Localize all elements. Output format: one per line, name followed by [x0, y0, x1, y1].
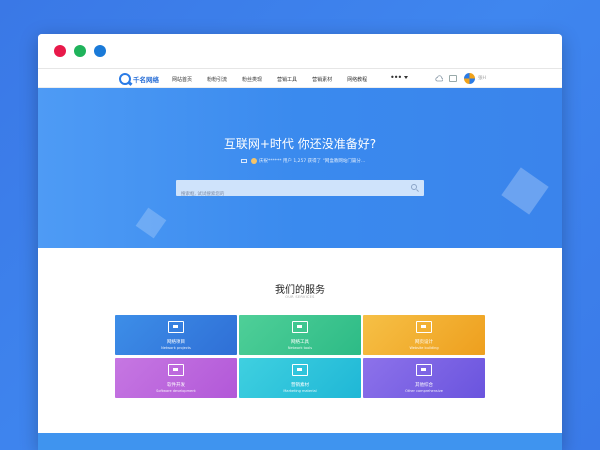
- top-navbar: 千名网络 网站首页 粉粉引流 粉丝类现 营销工具 营销素材 网络教程 ••• 张…: [38, 68, 562, 88]
- nav-item-fans[interactable]: 粉丝类现: [242, 76, 262, 83]
- cart-icon: [292, 364, 308, 376]
- close-button[interactable]: [54, 45, 66, 57]
- service-card-marketing-material[interactable]: 营销素材 Marketing material: [239, 358, 361, 398]
- logo-text: 千名网络: [133, 76, 159, 84]
- service-title: 其他综合: [415, 383, 433, 388]
- service-card-network-tools[interactable]: 网络工具 Network tools: [239, 315, 361, 355]
- maximize-button[interactable]: [94, 45, 106, 57]
- ticker-avatar: [251, 158, 257, 164]
- avatar[interactable]: [464, 73, 475, 84]
- monitor-robot-icon: [168, 321, 184, 333]
- mail-icon[interactable]: [449, 75, 457, 82]
- service-subtitle: Website building: [409, 346, 439, 350]
- nav-item-tools[interactable]: 营销工具: [277, 76, 297, 83]
- hero-banner: 互联网+时代 你还没准备好? 庆祝****** 用户 1,257 获得了 “网盒…: [38, 88, 562, 248]
- service-title: 网页设计: [415, 340, 433, 345]
- monitor-image-icon: [416, 321, 432, 333]
- nav-item-traffic[interactable]: 粉粉引流: [207, 76, 227, 83]
- decorative-diamond: [135, 207, 167, 239]
- service-title: 营销素材: [291, 383, 309, 388]
- service-title: 网络工具: [291, 340, 309, 345]
- service-title: 网络项目: [167, 340, 185, 345]
- nav-item-home[interactable]: 网站首页: [172, 76, 192, 83]
- chevron-down-icon[interactable]: [404, 76, 408, 79]
- services-section: 我们的服务 OUR SERVICES 网络项目 Network projects…: [38, 248, 562, 428]
- more-menu-button[interactable]: •••: [390, 73, 402, 82]
- service-subtitle: Marketing material: [283, 389, 317, 393]
- logo-icon: [119, 73, 131, 85]
- service-subtitle: Network tools: [287, 346, 313, 350]
- service-card-website-building[interactable]: 网页设计 Website building: [363, 315, 485, 355]
- hero-title: 互联网+时代 你还没准备好?: [223, 137, 377, 151]
- service-title: 软件开发: [167, 383, 185, 388]
- search-bar: [176, 180, 424, 203]
- nav-item-materials[interactable]: 营销素材: [312, 76, 332, 83]
- browser-window: 千名网络 网站首页 粉粉引流 粉丝类现 营销工具 营销素材 网络教程 ••• 张…: [38, 34, 562, 450]
- nav-item-tutorials[interactable]: 网络教程: [347, 76, 367, 83]
- minimize-button[interactable]: [74, 45, 86, 57]
- service-card-software-development[interactable]: 软件开发 Software development: [115, 358, 237, 398]
- search-icon[interactable]: [411, 184, 417, 190]
- window-titlebar: [38, 34, 562, 68]
- service-subtitle: Other comprehensive: [405, 389, 443, 393]
- grid-icon: [416, 364, 432, 376]
- decorative-diamond: [501, 167, 549, 215]
- app-icon: [168, 364, 184, 376]
- service-card-network-projects[interactable]: 网络项目 Network projects: [115, 315, 237, 355]
- hero-ticker: 庆祝****** 用户 1,257 获得了 “网盒教网站门篇分...: [241, 158, 365, 164]
- nav-menu: 网站首页 粉粉引流 粉丝类现 营销工具 营销素材 网络教程: [172, 69, 382, 89]
- service-card-other-comprehensive[interactable]: 其他综合 Other comprehensive: [363, 358, 485, 398]
- ticker-text: 庆祝****** 用户 1,257 获得了 “网盒教网站门篇分...: [259, 159, 366, 164]
- search-input[interactable]: [176, 186, 406, 203]
- section-subtitle: OUR SERVICES: [285, 295, 315, 299]
- footer-band: [38, 433, 562, 450]
- section-title: 我们的服务: [275, 285, 325, 296]
- service-subtitle: Network projects: [161, 346, 191, 350]
- speaker-icon: [241, 159, 247, 163]
- cloud-upload-icon[interactable]: [435, 75, 443, 82]
- service-subtitle: Software development: [156, 389, 196, 393]
- user-name[interactable]: 张H: [478, 75, 486, 81]
- monitor-chart-icon: [292, 321, 308, 333]
- site-logo[interactable]: 千名网络: [119, 72, 159, 86]
